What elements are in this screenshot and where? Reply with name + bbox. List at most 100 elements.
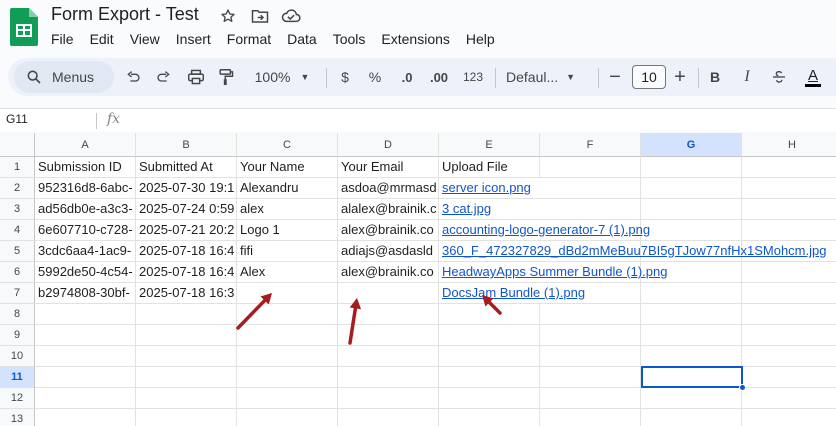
empty-cell[interactable] <box>338 325 439 346</box>
increase-font-size-icon[interactable]: + <box>671 58 689 96</box>
row-header-5[interactable]: 5 <box>0 241 35 262</box>
empty-cell[interactable] <box>742 178 836 199</box>
empty-cell[interactable] <box>237 388 338 409</box>
menu-tools[interactable]: Tools <box>325 30 374 48</box>
empty-cell[interactable] <box>641 220 742 241</box>
empty-cell[interactable] <box>35 409 136 426</box>
menu-data[interactable]: Data <box>279 30 325 48</box>
empty-cell[interactable] <box>641 346 742 367</box>
column-header-h[interactable]: H <box>742 133 836 157</box>
empty-cell[interactable] <box>338 388 439 409</box>
empty-cell[interactable] <box>439 325 540 346</box>
file-link[interactable]: server icon.png <box>442 180 531 195</box>
cell-submitted-at[interactable]: 2025-07-18 16:4 <box>136 241 237 262</box>
empty-cell[interactable] <box>439 388 540 409</box>
empty-cell[interactable] <box>338 367 439 388</box>
empty-cell[interactable] <box>540 325 641 346</box>
file-link[interactable]: DocsJam Bundle (1).png <box>442 285 585 300</box>
empty-cell[interactable] <box>136 409 237 426</box>
move-folder-icon[interactable] <box>250 6 270 26</box>
empty-cell[interactable] <box>641 388 742 409</box>
empty-cell[interactable] <box>35 325 136 346</box>
empty-cell[interactable] <box>439 367 540 388</box>
file-link[interactable]: HeadwayApps Summer Bundle (1).png <box>442 264 667 279</box>
empty-cell[interactable] <box>540 346 641 367</box>
font-size-input[interactable]: 10 <box>632 65 666 89</box>
row-header-12[interactable]: 12 <box>0 388 35 409</box>
empty-cell[interactable] <box>742 346 836 367</box>
cell-your-email[interactable]: adiajs@asdasld <box>338 241 439 262</box>
file-link-cell[interactable]: DocsJam Bundle (1).png <box>439 283 585 304</box>
cell-submission-id[interactable]: 6e607710-c728- <box>35 220 136 241</box>
empty-cell[interactable] <box>237 304 338 325</box>
row-header-1[interactable]: 1 <box>0 157 35 178</box>
column-header-g[interactable]: G <box>641 133 742 157</box>
formula-input[interactable] <box>130 112 820 130</box>
empty-cell[interactable] <box>641 325 742 346</box>
empty-cell[interactable] <box>237 367 338 388</box>
empty-cell[interactable] <box>439 409 540 426</box>
zoom-select[interactable]: 100% ▼ <box>248 58 316 96</box>
empty-cell[interactable] <box>641 304 742 325</box>
cell-your-email[interactable]: alex@brainik.co <box>338 220 439 241</box>
file-link-cell[interactable]: 360_F_472327829_dBd2mMeBuu7BI5gTJow77nfH… <box>439 241 826 262</box>
row-header-9[interactable]: 9 <box>0 325 35 346</box>
empty-cell[interactable] <box>136 388 237 409</box>
document-title[interactable]: Form Export - Test <box>51 4 199 25</box>
print-icon[interactable] <box>185 58 207 96</box>
row-header-6[interactable]: 6 <box>0 262 35 283</box>
file-link[interactable]: 3 cat.jpg <box>442 201 491 216</box>
empty-cell[interactable] <box>742 325 836 346</box>
percent-format-button[interactable]: % <box>366 58 384 96</box>
empty-cell[interactable] <box>540 157 641 178</box>
empty-cell[interactable] <box>641 409 742 426</box>
empty-cell[interactable] <box>540 178 641 199</box>
file-link[interactable]: accounting-logo-generator-7 (1).png <box>442 222 650 237</box>
empty-cell[interactable] <box>641 178 742 199</box>
menu-help[interactable]: Help <box>458 30 503 48</box>
empty-cell[interactable] <box>742 388 836 409</box>
header-cell-submission-id[interactable]: Submission ID <box>35 157 136 178</box>
empty-cell[interactable] <box>439 304 540 325</box>
empty-cell[interactable] <box>742 367 836 388</box>
empty-cell[interactable] <box>237 283 338 304</box>
empty-cell[interactable] <box>35 367 136 388</box>
row-header-10[interactable]: 10 <box>0 346 35 367</box>
empty-cell[interactable] <box>237 325 338 346</box>
empty-cell[interactable] <box>338 409 439 426</box>
empty-cell[interactable] <box>136 367 237 388</box>
empty-cell[interactable] <box>742 220 836 241</box>
file-link-cell[interactable]: server icon.png <box>439 178 540 199</box>
row-header-13[interactable]: 13 <box>0 409 35 426</box>
italic-button[interactable]: I <box>739 58 755 96</box>
column-header-e[interactable]: E <box>439 133 540 157</box>
empty-cell[interactable] <box>237 409 338 426</box>
column-header-f[interactable]: F <box>540 133 641 157</box>
bold-button[interactable]: B <box>707 58 723 96</box>
decrease-decimal-button[interactable]: .0 <box>394 58 420 96</box>
text-color-button[interactable]: A <box>803 58 823 96</box>
column-header-a[interactable]: A <box>35 133 136 157</box>
sheets-logo-icon[interactable] <box>10 8 38 46</box>
empty-cell[interactable] <box>742 262 836 283</box>
empty-cell[interactable] <box>742 304 836 325</box>
currency-format-button[interactable]: $ <box>336 58 354 96</box>
menu-edit[interactable]: Edit <box>82 30 122 48</box>
header-cell-your-email[interactable]: Your Email <box>338 157 439 178</box>
cell-submission-id[interactable]: 3cdc6aa4-1ac9- <box>35 241 136 262</box>
fill-handle[interactable] <box>739 384 746 391</box>
empty-cell[interactable] <box>742 283 836 304</box>
empty-cell[interactable] <box>742 157 836 178</box>
decrease-font-size-icon[interactable]: − <box>606 58 624 96</box>
empty-cell[interactable] <box>742 409 836 426</box>
row-header-11[interactable]: 11 <box>0 367 35 388</box>
cell-your-name[interactable]: fifi <box>237 241 338 262</box>
font-family-select[interactable]: Defaul... ▼ <box>506 58 592 96</box>
increase-decimal-button[interactable]: .00 <box>425 58 453 96</box>
file-link[interactable]: 360_F_472327829_dBd2mMeBuu7BI5gTJow77nfH… <box>442 243 826 258</box>
cell-submitted-at[interactable]: 2025-07-18 16:4 <box>136 262 237 283</box>
row-header-3[interactable]: 3 <box>0 199 35 220</box>
menu-extensions[interactable]: Extensions <box>373 30 457 48</box>
row-header-4[interactable]: 4 <box>0 220 35 241</box>
empty-cell[interactable] <box>35 304 136 325</box>
